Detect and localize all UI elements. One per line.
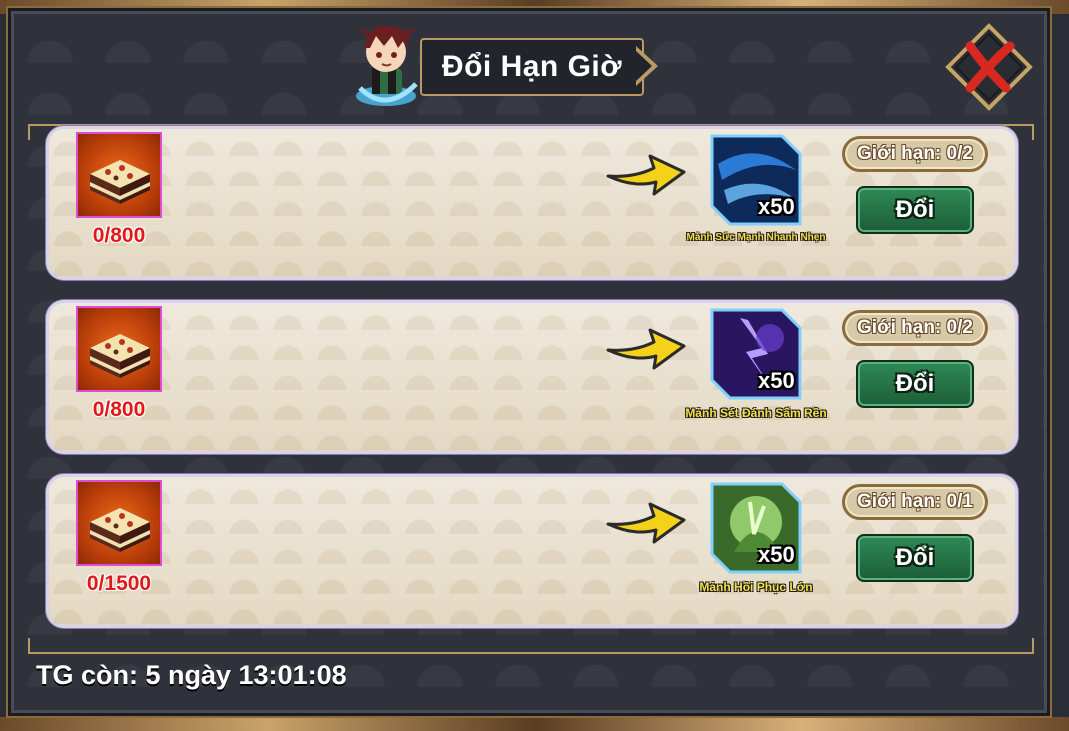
frame-corner <box>28 124 44 140</box>
exchange-row: 0/800 x50 Mảnh Sức Mạnh Nhanh Nhẹn Giới … <box>46 126 1018 280</box>
cost-count: 0/1500 <box>86 572 152 595</box>
dialog-title: Đổi Hạn Giờ <box>420 38 644 96</box>
exchange-row: 0/1500 x50 Mảnh Hồi Phục Lớn Giới hạn: 0… <box>46 474 1018 628</box>
yellow-arrow-icon <box>604 320 688 374</box>
yellow-arrow-icon <box>604 494 688 548</box>
limit-badge: Giới hạn: 0/2 <box>842 310 988 346</box>
frame-corner <box>28 638 44 654</box>
cost-count: 0/800 <box>92 224 146 247</box>
cake-item-icon[interactable] <box>76 132 162 218</box>
remaining-time: TG còn: 5 ngày 13:01:08 <box>36 660 347 690</box>
reward-name: Mảnh Sức Mạnh Nhanh Nhẹn <box>686 232 826 243</box>
dialog-header: Đổi Hạn Giờ <box>340 18 670 108</box>
reward-quantity: x50 <box>758 368 795 393</box>
reward-quantity: x50 <box>758 542 795 567</box>
exchange-button[interactable]: Đổi <box>856 186 974 234</box>
close-x-icon <box>945 23 1033 111</box>
reward-item-icon[interactable]: x50 <box>710 308 802 400</box>
cake-item-icon[interactable] <box>76 480 162 566</box>
limit-badge: Giới hạn: 0/1 <box>842 484 988 520</box>
reward-item-icon[interactable]: x50 <box>710 482 802 574</box>
cost-count: 0/800 <box>92 398 146 421</box>
reward-quantity: x50 <box>758 194 795 219</box>
yellow-arrow-icon <box>604 146 688 200</box>
title-arrow-decoration-inner <box>634 49 652 83</box>
frame-corner <box>1018 124 1034 140</box>
close-button[interactable] <box>944 22 1034 112</box>
reward-name: Mảnh Sét Đánh Sấm Rền <box>685 406 827 420</box>
reward-item-icon[interactable]: x50 <box>710 134 802 226</box>
exchange-button[interactable]: Đổi <box>856 360 974 408</box>
frame-corner <box>1018 638 1034 654</box>
exchange-button[interactable]: Đổi <box>856 534 974 582</box>
character-avatar-icon <box>346 18 428 110</box>
background-bottom-strip <box>0 717 1069 731</box>
cake-item-icon[interactable] <box>76 306 162 392</box>
reward-name: Mảnh Hồi Phục Lớn <box>699 580 813 594</box>
exchange-row: 0/800 x50 Mảnh Sét Đánh Sấm Rền Giới hạn… <box>46 300 1018 454</box>
limit-badge: Giới hạn: 0/2 <box>842 136 988 172</box>
